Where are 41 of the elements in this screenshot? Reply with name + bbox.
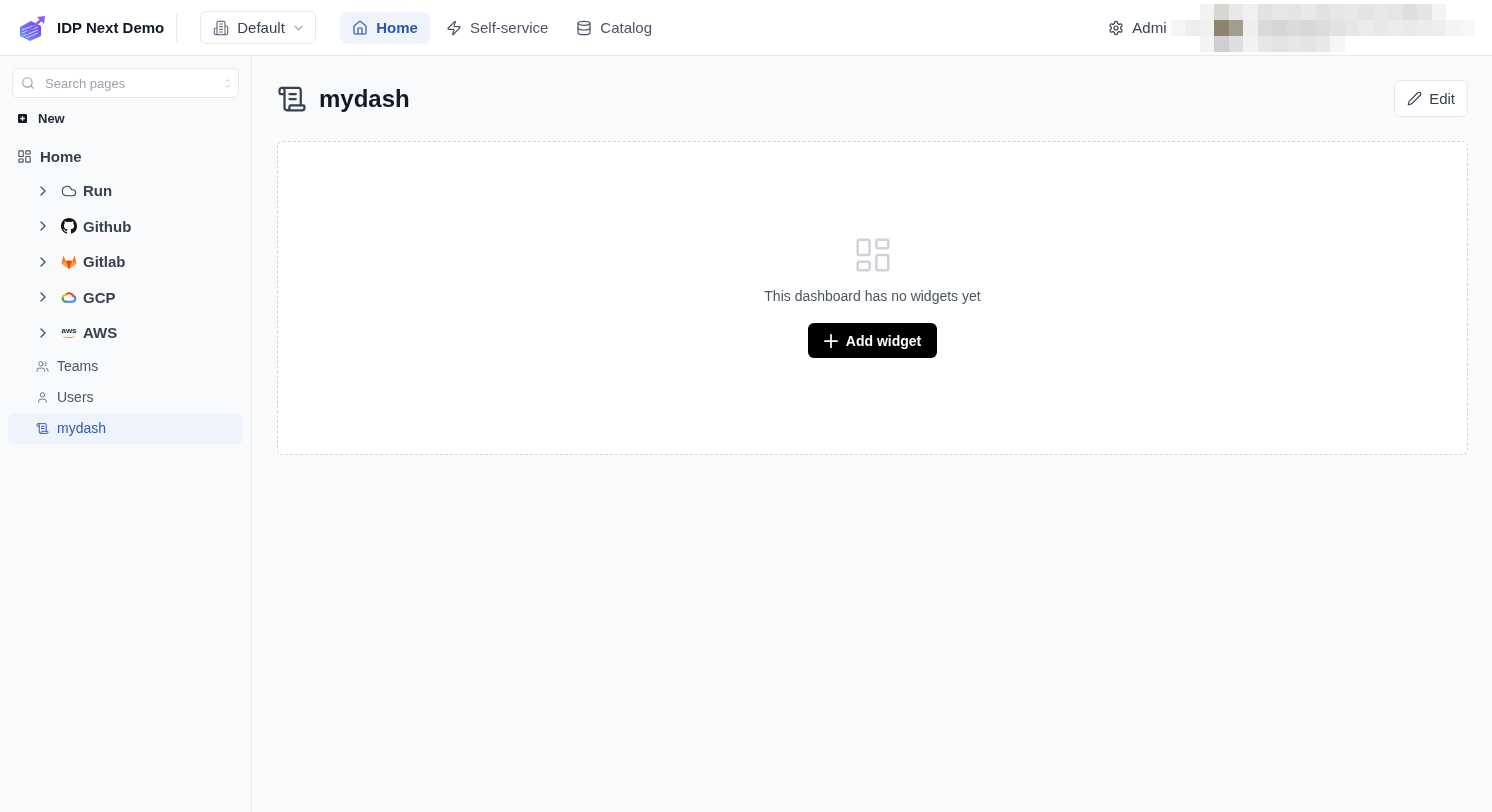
nav-tab[interactable]: Home	[340, 11, 430, 44]
page-title: mydash	[319, 84, 410, 113]
workspace-dropdown[interactable]: Default	[200, 11, 317, 44]
tree-item[interactable]: Gitlab	[8, 244, 243, 280]
tree-item[interactable]: Home	[8, 141, 243, 171]
database-icon	[576, 19, 593, 36]
tree-item[interactable]: GCP	[8, 279, 243, 315]
tree-item[interactable]: aws AWS	[8, 315, 243, 351]
empty-message: This dashboard has no widgets yet	[764, 288, 981, 305]
search-icon	[21, 76, 35, 90]
chevron-down-icon	[294, 24, 304, 31]
sidebar-item[interactable]: mydash	[8, 412, 243, 444]
new-page-button[interactable]: New	[8, 107, 65, 129]
sidebar-item[interactable]: Users	[8, 381, 243, 413]
settings-icon	[1108, 19, 1125, 36]
fox-logo-icon	[61, 253, 77, 270]
tree-item[interactable]: Github	[8, 208, 243, 244]
users-icon	[36, 359, 49, 373]
brand-name: IDP Next Demo	[57, 19, 165, 36]
user-icon	[36, 390, 49, 404]
nav-tab[interactable]: Self-service	[433, 11, 561, 44]
search-field[interactable]: Search pages	[12, 68, 239, 98]
lightning-icon	[445, 19, 462, 36]
nav-tab[interactable]: Catalog	[564, 11, 664, 44]
pencil-icon	[1407, 91, 1423, 106]
github-logo-icon	[61, 218, 77, 235]
admin-link[interactable]: Admi	[1108, 19, 1167, 36]
sidebar-item[interactable]: Teams	[8, 350, 243, 382]
tree-item[interactable]: Run	[8, 173, 243, 209]
plus-icon	[823, 333, 838, 348]
aws-logo: aws	[61, 326, 77, 339]
cube-arrow-logo-icon	[18, 13, 46, 42]
plus-square-icon	[18, 113, 27, 123]
dashboard-layout-icon	[855, 238, 890, 272]
home-icon	[352, 19, 369, 36]
edit-button[interactable]: Edit	[1394, 80, 1468, 117]
building-icon	[213, 19, 230, 36]
dashboard-layout-icon	[17, 148, 32, 164]
cloud-logo-icon	[61, 289, 77, 306]
add-widget-button[interactable]: Add widget	[807, 323, 938, 358]
scroll-icon	[36, 421, 49, 435]
